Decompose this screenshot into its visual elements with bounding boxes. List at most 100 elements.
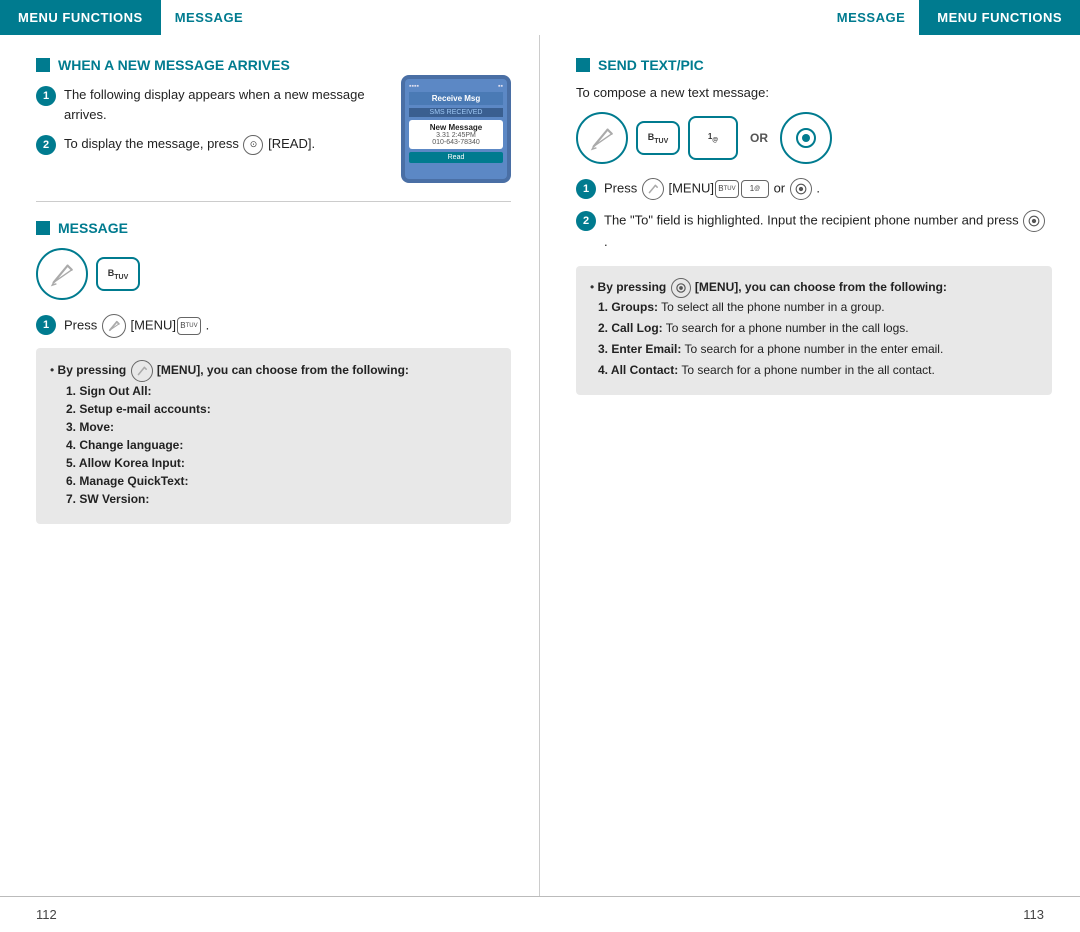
step-text-1: The following display appears when a new… xyxy=(64,85,389,124)
send-1at-inline: 1@ xyxy=(741,180,769,198)
phone-message-number: 010-643-78340 xyxy=(412,139,500,146)
send-pen-icon-inner xyxy=(588,124,616,152)
send-circle-button xyxy=(780,112,832,164)
read-button-icon: ⊙ xyxy=(243,135,263,155)
send-info-item-4: 4. All Contact: To search for a phone nu… xyxy=(598,361,1038,379)
phone-sms-label: SMS RECEIVED xyxy=(409,108,503,117)
send-btuv-inline: BTUV xyxy=(715,180,739,198)
step-item: 1 The following display appears when a n… xyxy=(36,85,389,124)
info-item-3-label: 3. Move: xyxy=(66,420,114,434)
menu-b-tuv-inline: BTUV xyxy=(177,317,201,335)
message-info-box: By pressing [MENU], you can choose from … xyxy=(36,348,511,524)
send-info-sub-list: 1. Groups: To select all the phone numbe… xyxy=(598,298,1038,379)
info-intro-text: By pressing [MENU], you can choose from … xyxy=(58,363,409,377)
send-info-item-2: 2. Call Log: To search for a phone numbe… xyxy=(598,319,1038,337)
message-button-icons-row: BTUV xyxy=(36,248,511,300)
send-text-intro: To compose a new text message: xyxy=(576,85,1052,100)
send-text-step-text-1: Press [MENU]BTUV1@ or . xyxy=(604,178,1052,200)
send-info-intro: By pressing [MENU], you can choose from … xyxy=(590,278,1038,379)
send-circle-icon-inner xyxy=(793,125,819,151)
send-info-circle-svg xyxy=(675,282,687,294)
send-num-button: 1@ xyxy=(688,116,738,160)
footer-page-right: 113 xyxy=(1023,907,1044,922)
section-when-new-message-heading: WHEN A NEW MESSAGE ARRIVES xyxy=(36,57,511,73)
phone-screenshot: ▪▪▪▪ ▪▪ Receive Msg SMS RECEIVED New Mes… xyxy=(401,75,511,183)
info-item-6-label: 6. Manage QuickText: xyxy=(66,474,188,488)
send-pen-svg xyxy=(588,124,616,152)
send-info-item-3-label: 3. Enter Email: xyxy=(598,342,681,356)
send-text-step-2: 2 The "To" field is highlighted. Input t… xyxy=(576,210,1052,252)
info-item-5: 5. Allow Korea Input: xyxy=(66,454,497,472)
info-item-6: 6. Manage QuickText: xyxy=(66,472,497,490)
left-menu-functions-badge: MENU FUNCTIONS xyxy=(0,0,161,35)
send-text-step-1: 1 Press [MENU]BTUV1@ or xyxy=(576,178,1052,200)
phone-read-button: Read xyxy=(409,152,503,163)
phone-signal: ▪▪▪▪ xyxy=(409,83,419,90)
circle-btn-svg xyxy=(793,125,819,151)
info-item-4-label: 4. Change language: xyxy=(66,438,183,452)
pen-icon-inner xyxy=(48,260,76,288)
phone-title-bar: Receive Msg xyxy=(409,92,503,105)
info-sub-list: 1. Sign Out All: 2. Setup e-mail account… xyxy=(66,382,497,508)
send-num-icon-inner: 1@ xyxy=(708,132,718,145)
info-item-7-label: 7. SW Version: xyxy=(66,492,149,506)
info-item-2-label: 2. Setup e-mail accounts: xyxy=(66,402,211,416)
left-column: WHEN A NEW MESSAGE ARRIVES ▪▪▪▪ ▪▪ Recei… xyxy=(0,35,540,896)
send-text-button-icons-row: BTUV 1@ OR xyxy=(576,112,1052,164)
send-pen-inline xyxy=(642,178,664,200)
pen-info-svg xyxy=(136,365,148,377)
send-pen-step-svg xyxy=(647,183,659,195)
section1-body: ▪▪▪▪ ▪▪ Receive Msg SMS RECEIVED New Mes… xyxy=(36,85,511,183)
pen-button-icon xyxy=(36,248,88,300)
send-circle-step2-inline xyxy=(1023,210,1045,232)
send-info-item-2-label: 2. Call Log: xyxy=(598,321,663,335)
header-right: MESSAGE MENU FUNCTIONS xyxy=(540,0,1080,35)
menu-icon-inner: BTUV xyxy=(108,268,129,281)
info-item-1: 1. Sign Out All: xyxy=(66,382,497,400)
section-message-heading: MESSAGE xyxy=(36,220,511,236)
pen-svg xyxy=(48,260,76,288)
info-item-2: 2. Setup e-mail accounts: xyxy=(66,400,497,418)
phone-message-date: 3.31 2:45PM xyxy=(412,132,500,139)
right-message-label: MESSAGE xyxy=(823,0,920,35)
info-item-4: 4. Change language: xyxy=(66,436,497,454)
send-info-item-1-label: 1. Groups: xyxy=(598,300,658,314)
phone-battery: ▪▪ xyxy=(498,83,503,90)
header-bar: MENU FUNCTIONS MESSAGE MESSAGE MENU FUNC… xyxy=(0,0,1080,35)
page-wrapper: MENU FUNCTIONS MESSAGE MESSAGE MENU FUNC… xyxy=(0,0,1080,932)
section-send-text-pic-heading: SEND TEXT/PIC xyxy=(576,57,1052,73)
step-number-2: 2 xyxy=(36,135,56,155)
send-text-info-list: By pressing [MENU], you can choose from … xyxy=(590,278,1038,379)
pen-inline-svg xyxy=(107,319,121,333)
main-content: WHEN A NEW MESSAGE ARRIVES ▪▪▪▪ ▪▪ Recei… xyxy=(0,35,1080,896)
step-number-1: 1 xyxy=(36,86,56,106)
send-pen-button xyxy=(576,112,628,164)
send-info-item-1: 1. Groups: To select all the phone numbe… xyxy=(598,298,1038,316)
info-item-1-label: 1. Sign Out All: xyxy=(66,384,152,398)
left-message-label: MESSAGE xyxy=(161,0,258,35)
or-label: OR xyxy=(750,131,768,145)
message-pen-inline-icon xyxy=(102,314,126,338)
send-menu-button: BTUV xyxy=(636,121,680,155)
info-item-5-label: 5. Allow Korea Input: xyxy=(66,456,185,470)
section-divider xyxy=(36,201,511,202)
phone-status-bar: ▪▪▪▪ ▪▪ xyxy=(409,83,503,90)
info-box-intro: By pressing [MENU], you can choose from … xyxy=(50,360,497,508)
step-text-2: To display the message, press ⊙ [READ]. xyxy=(64,134,389,155)
footer-page-left: 112 xyxy=(36,907,57,922)
info-item-3: 3. Move: xyxy=(66,418,497,436)
message-step-1: 1 Press [MENU]BTUV . xyxy=(36,314,511,338)
send-info-circle-icon xyxy=(671,278,691,298)
footer: 112 113 xyxy=(0,896,1080,932)
send-text-info-box: By pressing [MENU], you can choose from … xyxy=(576,266,1052,395)
phone-message-box: New Message 3.31 2:45PM 010-643-78340 xyxy=(409,120,503,149)
info-pen-icon xyxy=(131,360,153,382)
info-item-7: 7. SW Version: xyxy=(66,490,497,508)
step-item-2: 2 To display the message, press ⊙ [READ]… xyxy=(36,134,389,155)
message-info-list: By pressing [MENU], you can choose from … xyxy=(50,360,497,508)
send-text-step-text-2: The "To" field is highlighted. Input the… xyxy=(604,210,1052,252)
send-text-step-number-2: 2 xyxy=(576,211,596,231)
send-circle-inline xyxy=(790,178,812,200)
send-circle-step-svg xyxy=(794,182,808,196)
header-left: MENU FUNCTIONS MESSAGE xyxy=(0,0,540,35)
